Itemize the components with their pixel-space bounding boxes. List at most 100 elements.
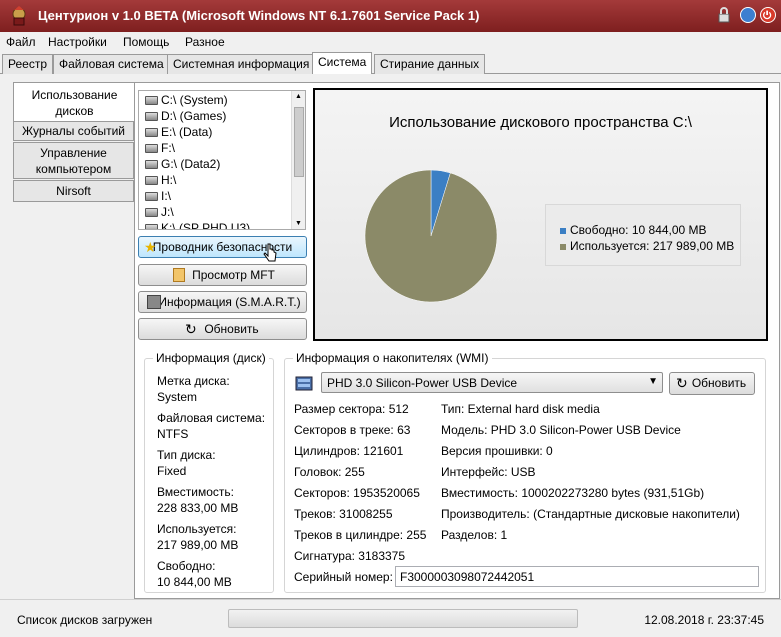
wmi-right-value: Производитель: (Стандартные дисковые нак… [441, 507, 740, 521]
tree-item-drive[interactable]: H:\ [145, 173, 176, 189]
tree-scrollbar[interactable]: ▲ ▼ [291, 91, 305, 229]
wmi-left-value: Размер сектора: 512 [294, 402, 409, 416]
menu-file[interactable]: Файл [6, 35, 36, 49]
mft-icon [173, 268, 185, 282]
window-title: Центурион v 1.0 BETA (Microsoft Windows … [38, 8, 480, 23]
chart-legend: Свободно: 10 844,00 MB Используется: 217… [545, 204, 741, 266]
refresh-button[interactable]: ↻ Обновить [138, 318, 307, 340]
tree-item-drive[interactable]: D:\ (Games) [145, 109, 226, 125]
drive-icon [145, 160, 158, 169]
close-button[interactable] [760, 7, 776, 23]
disk-usage-chart: Использование дискового пространства C:\… [313, 88, 768, 341]
wmi-right-value: Модель: PHD 3.0 Silicon-Power USB Device [441, 423, 681, 437]
title-bar: Центурион v 1.0 BETA (Microsoft Windows … [0, 0, 781, 32]
free-label: Свободно: [157, 559, 216, 573]
tree-item-drive[interactable]: F:\ [145, 141, 175, 157]
scroll-up-icon[interactable]: ▲ [295, 93, 302, 100]
serial-number-field[interactable] [395, 566, 759, 587]
menu-misc[interactable]: Разное [185, 35, 225, 49]
drive-icon [145, 176, 158, 185]
side-tab-event-logs[interactable]: Журналы событий [13, 121, 134, 141]
free-value: 10 844,00 MB [157, 575, 232, 589]
tree-item-drive[interactable]: E:\ (Data) [145, 125, 212, 141]
wmi-refresh-button[interactable]: ↻ Обновить [669, 372, 755, 395]
main-tabs: Реестр Файловая система Системная информ… [0, 52, 781, 75]
side-tab-computer-management[interactable]: Управление компьютером [13, 142, 134, 179]
menu-help[interactable]: Помощь [123, 35, 169, 49]
disk-type-value: Fixed [157, 464, 187, 478]
tab-data-wipe[interactable]: Стирание данных [374, 54, 486, 74]
chart-title: Использование дискового пространства C:\ [389, 114, 692, 131]
disk-label-value: System [157, 390, 198, 404]
disk-info-title: Информация (диск) [153, 351, 269, 365]
star-icon: ★ [144, 239, 157, 255]
minimize-button[interactable] [740, 7, 756, 23]
wmi-left-value: Цилиндров: 121601 [294, 444, 404, 458]
tab-sysinfo[interactable]: Системная информация [167, 54, 316, 74]
drive-icon [145, 208, 158, 217]
wmi-right-value: Разделов: 1 [441, 528, 508, 542]
legend-swatch-free [560, 227, 566, 234]
tree-item-drive[interactable]: G:\ (Data2) [145, 157, 220, 173]
wmi-left-value: Секторов: 1953520065 [294, 486, 420, 500]
device-select-value: PHD 3.0 Silicon-Power USB Device [327, 376, 518, 390]
legend-swatch-used [560, 243, 566, 250]
chevron-down-icon[interactable]: ▼ [648, 376, 658, 387]
mft-view-button[interactable]: Просмотр MFT [138, 264, 307, 286]
drive-tree[interactable]: C:\ (System) D:\ (Games) E:\ (Data) F:\ … [138, 90, 306, 230]
usb-drive-icon [295, 376, 313, 391]
scroll-thumb[interactable] [294, 107, 304, 177]
disk-type-label: Тип диска: [157, 448, 216, 462]
capacity-value: 228 833,00 MB [157, 501, 239, 515]
used-value: 217 989,00 MB [157, 538, 239, 552]
smart-info-button[interactable]: Информация (S.M.A.R.T.) [138, 291, 307, 313]
drive-icon [145, 128, 158, 137]
disk-info-group: Информация (диск) Метка диска: System Фа… [144, 351, 274, 593]
wmi-left-value: Треков: 31008255 [294, 507, 393, 521]
progress-bar [228, 609, 578, 628]
security-explorer-button[interactable]: ★ Проводник безопасности [138, 236, 307, 262]
legend-item-used: Используется: 217 989,00 MB [560, 239, 734, 253]
wmi-right-value: Версия прошивки: 0 [441, 444, 553, 458]
wmi-right-value: Вместимость: 1000202273280 bytes (931,51… [441, 486, 705, 500]
side-tab-disk-usage[interactable]: Использование дисков [13, 82, 135, 122]
power-icon [762, 10, 772, 20]
hard-drive-icon [147, 295, 161, 309]
wmi-left-value: Треков в цилиндре: 255 [294, 528, 427, 542]
tree-item-drive[interactable]: J:\ [145, 205, 174, 221]
status-text: Список дисков загружен [17, 613, 153, 627]
used-label: Используется: [157, 522, 237, 536]
refresh-icon: ↻ [676, 375, 688, 391]
pie-slice-used [364, 169, 498, 303]
wmi-left-value: Головок: 255 [294, 465, 365, 479]
side-tab-nirsoft[interactable]: Nirsoft [13, 180, 134, 202]
tab-filesystem[interactable]: Файловая система [53, 54, 170, 74]
tree-item-drive[interactable]: C:\ (System) [145, 93, 228, 109]
menu-bar: Файл Настройки Помощь Разное [0, 32, 781, 52]
lock-icon[interactable] [716, 7, 732, 23]
tab-registry[interactable]: Реестр [2, 54, 53, 74]
wmi-info-title: Информация о накопителях (WMI) [293, 351, 492, 365]
pie-chart [364, 169, 498, 303]
app-logo-icon [12, 6, 26, 26]
refresh-icon: ↻ [185, 321, 197, 337]
wmi-left-value: Сигнатура: 3183375 [294, 549, 406, 563]
scroll-down-icon[interactable]: ▼ [295, 220, 302, 227]
tree-item-drive[interactable]: I:\ [145, 189, 171, 205]
wmi-left-value: Секторов в треке: 63 [294, 423, 411, 437]
drive-icon [145, 192, 158, 201]
wmi-right-value: Тип: External hard disk media [441, 402, 600, 416]
filesystem-value: NTFS [157, 427, 189, 441]
tab-system[interactable]: Система [312, 52, 373, 75]
menu-settings[interactable]: Настройки [48, 35, 107, 49]
disk-label-label: Метка диска: [157, 374, 230, 388]
drive-icon [145, 224, 158, 229]
mouse-cursor-icon [263, 243, 277, 262]
drive-icon [145, 144, 158, 153]
device-select[interactable]: PHD 3.0 Silicon-Power USB Device ▼ [321, 372, 663, 393]
legend-item-free: Свободно: 10 844,00 MB [560, 223, 707, 237]
serial-label: Серийный номер: [294, 570, 393, 584]
tree-item-drive[interactable]: K:\ (SP PHD U3) [145, 221, 250, 229]
wmi-right-value: Интерфейс: USB [441, 465, 536, 479]
status-bar: Список дисков загружен 12.08.2018 г. 23:… [0, 599, 781, 637]
